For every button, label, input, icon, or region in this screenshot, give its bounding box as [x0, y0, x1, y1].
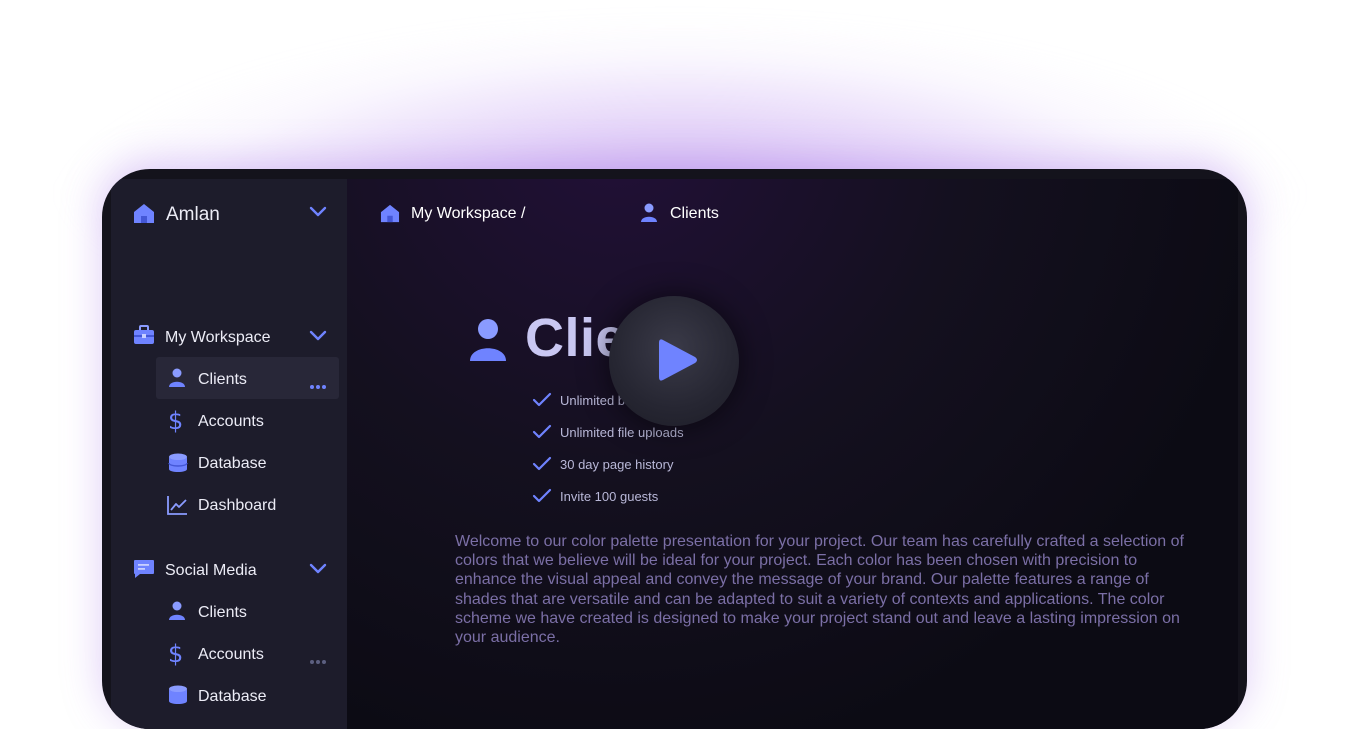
workspace-name: Amlan: [166, 204, 220, 225]
sidebar: Amlan My Workspace Clients $ Accounts Da…: [111, 179, 347, 729]
house-icon: [134, 204, 154, 223]
check-icon: [532, 456, 552, 471]
sidebar-item-label: Clients: [198, 604, 247, 621]
feature-label: 30 day page history: [560, 457, 674, 472]
sidebar-group-label: My Workspace: [165, 329, 271, 346]
play-icon: [659, 339, 697, 381]
briefcase-icon: [134, 325, 154, 344]
dollar-icon: $: [168, 640, 184, 668]
chevron-down-icon[interactable]: [309, 563, 327, 575]
user-icon: [470, 319, 506, 361]
app-window: Amlan My Workspace Clients $ Accounts Da…: [102, 169, 1247, 729]
main-content: My Workspace / Clients Clients Unlimited…: [347, 179, 1238, 729]
sidebar-item-label: Accounts: [198, 646, 264, 663]
more-options-icon[interactable]: [310, 376, 328, 394]
chart-icon: [167, 496, 187, 515]
check-icon: [532, 392, 552, 407]
user-icon: [169, 368, 185, 387]
chevron-down-icon[interactable]: [309, 206, 327, 218]
dollar-icon: $: [168, 407, 184, 435]
feature-label: Unlimited b: [560, 393, 626, 408]
user-icon: [169, 601, 185, 620]
sidebar-item-label: Clients: [198, 371, 247, 388]
check-icon: [532, 488, 552, 503]
house-icon: [380, 204, 400, 223]
description-text: Welcome to our color palette presentatio…: [455, 533, 1184, 647]
breadcrumb-page[interactable]: Clients: [670, 205, 719, 223]
chat-icon: [134, 560, 154, 578]
sidebar-group-label: Social Media: [165, 562, 257, 579]
breadcrumb-workspace[interactable]: My Workspace /: [411, 205, 525, 223]
feature-label: Invite 100 guests: [560, 489, 659, 504]
check-icon: [532, 424, 552, 439]
sidebar-item-label: Dashboard: [198, 497, 277, 514]
sidebar-item-label: Database: [198, 455, 267, 472]
more-options-icon[interactable]: [310, 651, 328, 669]
database-icon: [169, 685, 187, 704]
chevron-down-icon[interactable]: [309, 330, 327, 342]
sidebar-item-label: Database: [198, 688, 267, 705]
play-video-button[interactable]: [609, 296, 739, 426]
feature-label: Unlimited file uploads: [560, 425, 684, 440]
sidebar-item-label: Accounts: [198, 413, 264, 430]
database-icon: [168, 453, 188, 472]
user-icon: [641, 203, 657, 222]
